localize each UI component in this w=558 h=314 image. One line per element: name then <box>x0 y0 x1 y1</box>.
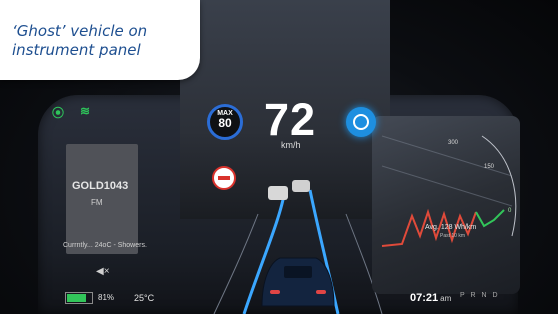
screenshot-frame: 300 150 0 Avg. 128 Wh/km Past 10 km ‘Gho… <box>0 0 558 314</box>
clock-ampm: am <box>440 294 452 303</box>
battery-fill <box>67 294 86 302</box>
gear-selector: P R N D <box>460 292 500 299</box>
avg-consumption-sub: Past 10 km <box>440 233 466 239</box>
ghost-car-right <box>292 180 310 192</box>
lane-line-outer-left <box>213 213 259 314</box>
energy-graph <box>381 135 517 247</box>
energy-scale-0: 0 <box>508 208 512 214</box>
ghost-car-left <box>268 186 288 200</box>
outside-temperature: 25°C <box>134 293 155 303</box>
parking-light-icon: ⦿ <box>52 106 65 120</box>
caption-text: ‘Ghost’ vehicle on instrument panel <box>12 22 148 59</box>
autosteer-icon <box>346 107 376 137</box>
energy-scale-300: 300 <box>448 140 459 146</box>
own-car <box>261 257 335 307</box>
radio-band: FM <box>91 198 103 207</box>
radio-card[interactable]: GOLD1043 FM <box>66 144 138 254</box>
mute-icon[interactable]: ◀× <box>96 266 110 277</box>
speed-limit-value: 80 <box>218 116 232 130</box>
weather-status: Currntly... 24oC - Showers. <box>63 242 147 249</box>
headlights-icon: ≋ <box>80 104 91 118</box>
own-car-window <box>284 266 312 278</box>
no-entry-sign-icon <box>212 166 236 190</box>
battery-icon <box>65 292 93 304</box>
energy-scale-150: 150 <box>484 164 495 170</box>
speed-limit-sign: MAX 80 <box>207 104 243 140</box>
graph-gridline <box>381 135 513 207</box>
speed-unit: km/h <box>281 140 301 150</box>
radio-station: GOLD1043 <box>72 180 129 192</box>
energy-arc <box>481 135 517 237</box>
own-car-taillight-right <box>316 290 326 294</box>
energy-trace-green <box>475 209 505 228</box>
own-car-taillight-left <box>270 290 280 294</box>
clock-time: 07:21 <box>410 292 439 304</box>
clock: 07:21 am <box>410 292 451 304</box>
caption-box: ‘Ghost’ vehicle on instrument panel <box>0 0 200 80</box>
battery-percent: 81% <box>98 293 115 302</box>
current-speed: 72 <box>264 94 317 145</box>
avg-consumption: Avg. 128 Wh/km <box>425 224 477 231</box>
